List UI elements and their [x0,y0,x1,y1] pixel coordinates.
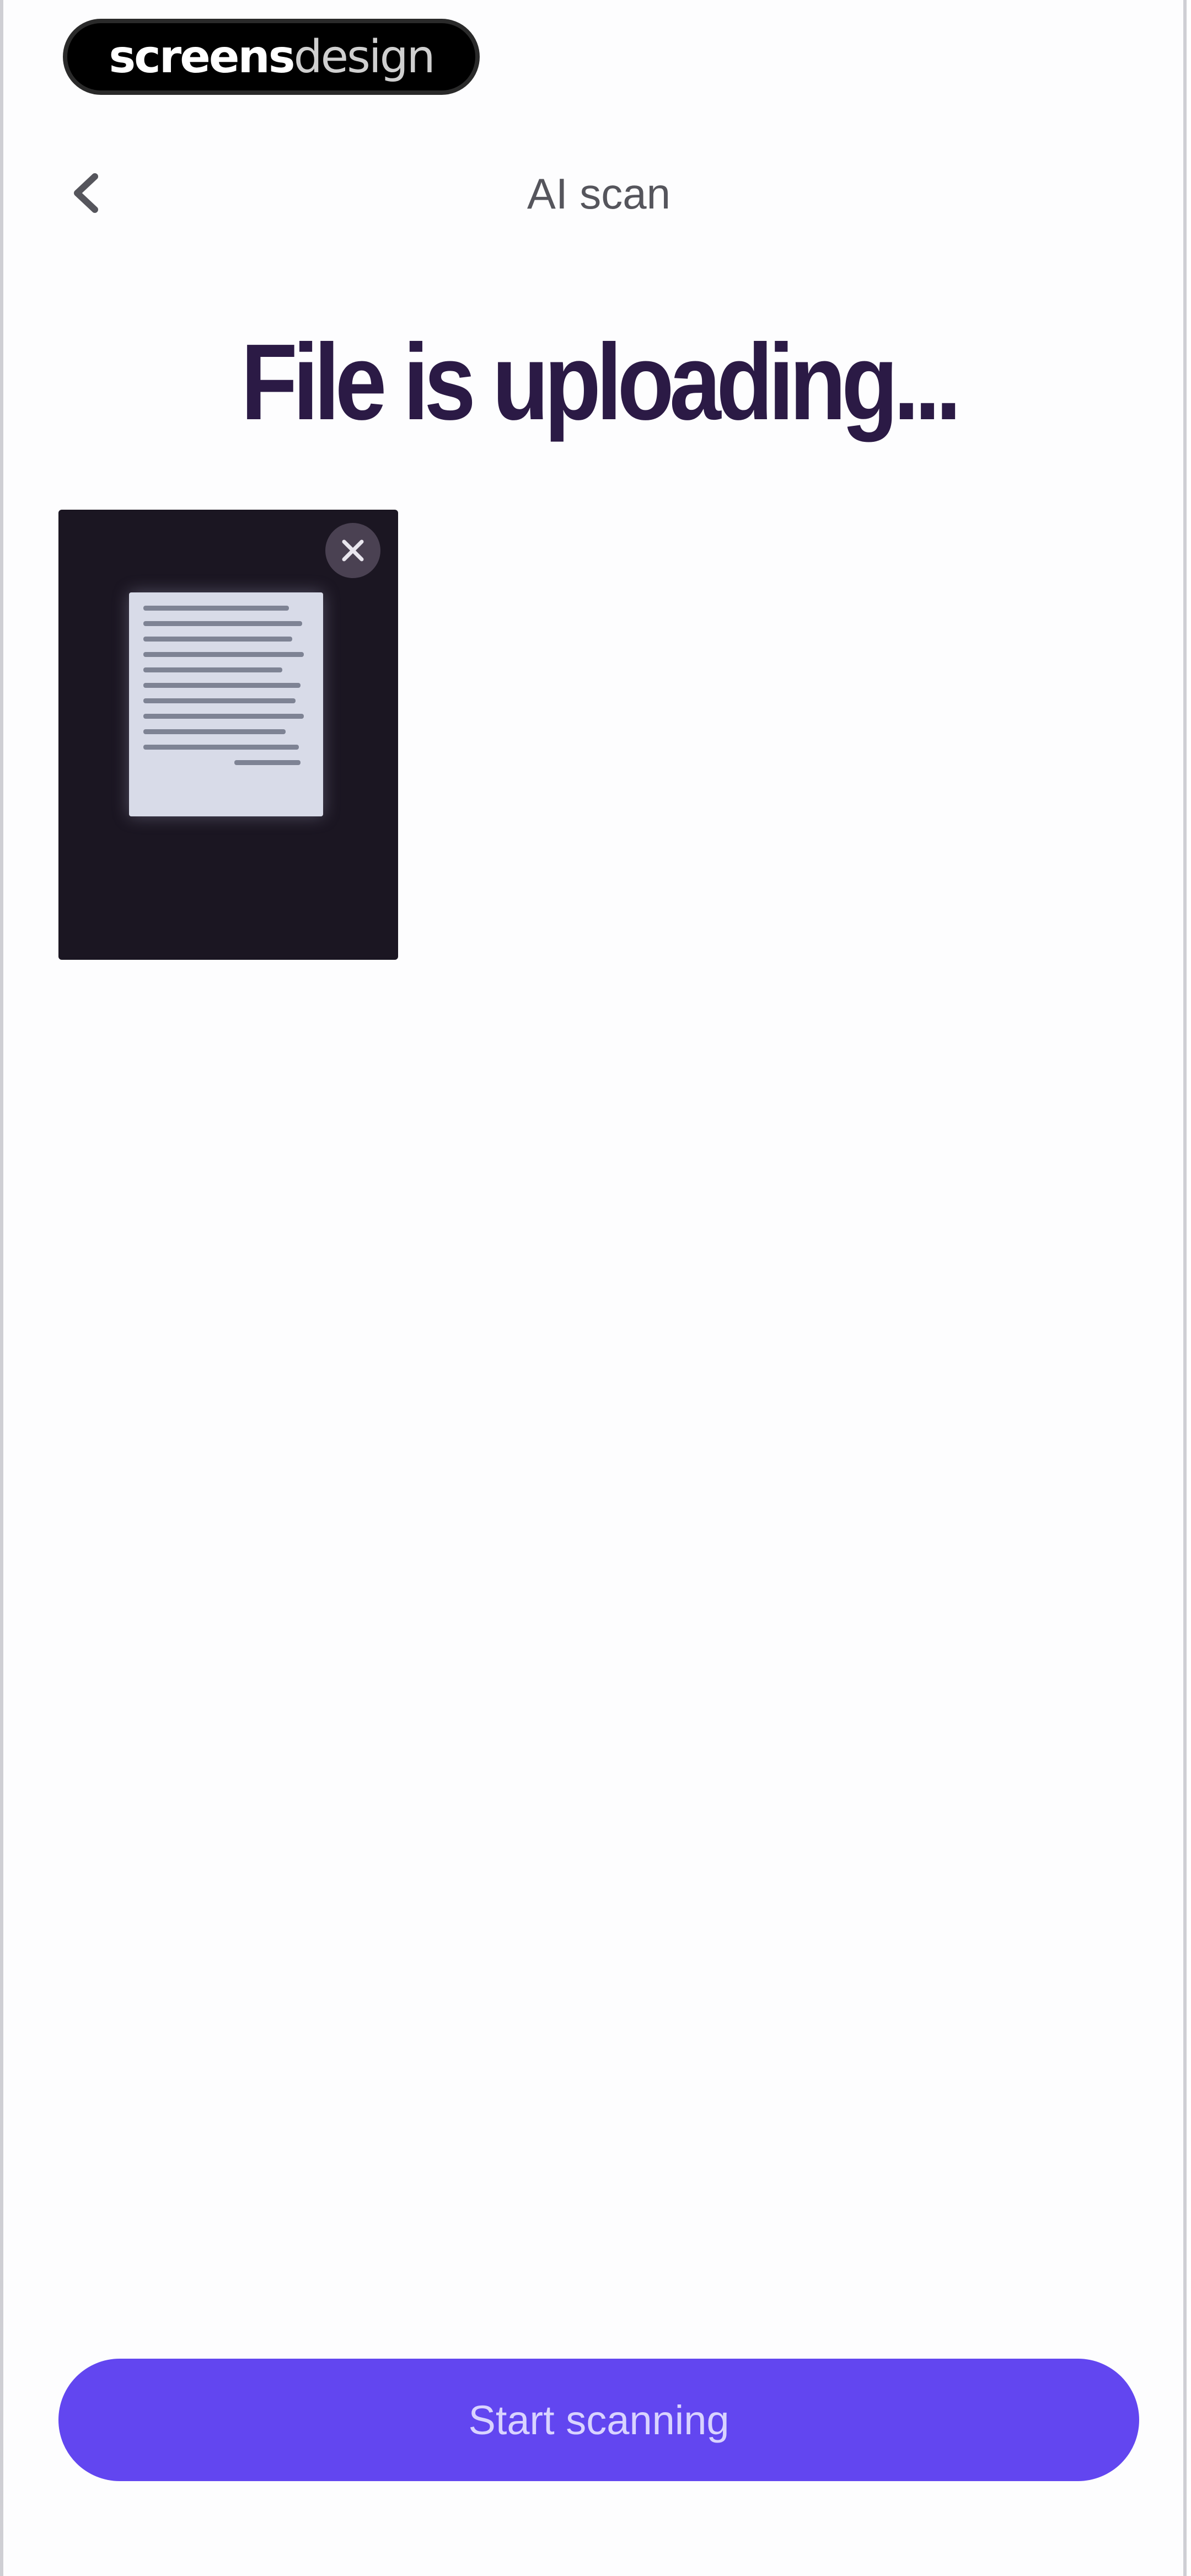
remove-file-button[interactable] [325,523,380,578]
logo-text-light: design [293,30,436,83]
app-screen: screens design AI scan File is uploading.… [0,0,1187,2576]
screensdesign-logo: screens design [63,19,480,95]
screen-title: AI scan [527,169,671,218]
start-scanning-button[interactable]: Start scanning [58,2359,1139,2481]
close-icon [342,539,364,562]
uploaded-file-thumbnail[interactable] [58,510,398,960]
top-bar: AI scan [3,149,1191,237]
document-preview [129,592,323,816]
page-heading: File is uploading... [240,322,962,442]
logo-text-bold: screens [109,30,295,83]
